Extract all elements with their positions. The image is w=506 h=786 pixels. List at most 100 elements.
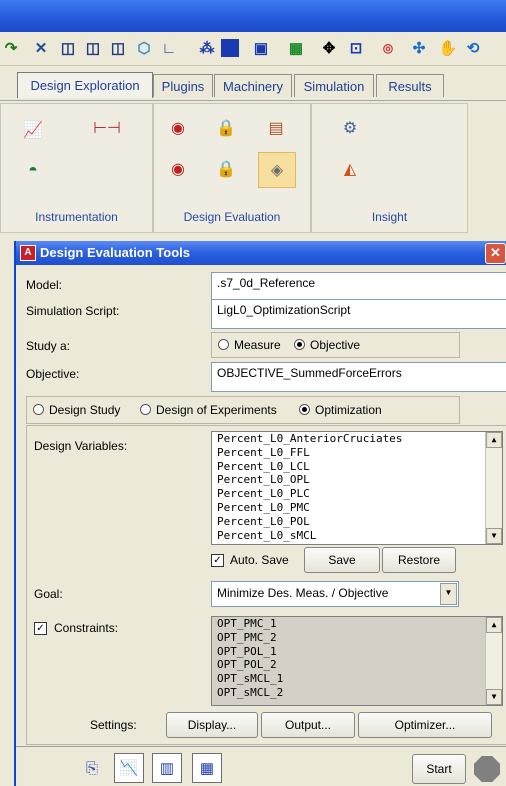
group-insight: ⚙ ◭ Insight (311, 103, 468, 233)
radio-design-study[interactable]: Design Study (33, 403, 120, 417)
box-front-icon[interactable]: ◫ (107, 37, 129, 59)
list-item[interactable]: Percent_L0_AnteriorCruciates (212, 432, 502, 446)
group-label: Instrumentation (35, 210, 118, 224)
target-icon[interactable]: ◉ (166, 116, 190, 140)
radio-optimization[interactable]: Optimization (299, 403, 382, 417)
radio-design-of-experiments[interactable]: Design of Experiments (140, 403, 277, 417)
orbit-icon[interactable]: ⟲ (462, 37, 484, 59)
stop-icon[interactable] (474, 756, 500, 782)
list-item[interactable]: Percent_L0_PMC (212, 501, 502, 515)
scrollbar[interactable]: ▲ ▼ (485, 617, 502, 705)
group-instrumentation: 📈 ⊢⊣ ◓ Instrumentation (0, 103, 153, 233)
start-button[interactable]: Start (412, 754, 466, 784)
tab-machinery[interactable]: Machinery (214, 74, 292, 97)
surface-plot-icon[interactable]: ◭ (338, 157, 362, 181)
group-label: Design Evaluation (183, 210, 281, 224)
tab-plugins[interactable]: Plugins (153, 74, 213, 97)
study-radio-group: Measure Objective (211, 332, 460, 358)
scrollbar[interactable]: ▲ ▼ (485, 432, 502, 544)
list-item[interactable]: Percent_L0_POL (212, 515, 502, 529)
list-item[interactable]: OPT_PMC_1 (212, 617, 502, 631)
window-icon[interactable]: ▣ (250, 37, 272, 59)
calculator-icon[interactable]: ▤ (264, 116, 288, 140)
radio-icon (140, 404, 151, 415)
optimizer-button[interactable]: Optimizer... (358, 712, 492, 738)
list-item[interactable]: Percent_L0_FFL (212, 446, 502, 460)
radio-optimization-label: Optimization (315, 403, 382, 417)
zoom-window-icon[interactable]: ⊡ (345, 37, 367, 59)
plot-icon[interactable]: 📉 (114, 753, 144, 783)
scroll-down-icon[interactable]: ▼ (486, 528, 502, 544)
target-icon[interactable]: ◎ (377, 37, 399, 59)
simulation-script-field[interactable]: LigL0_OptimizationScript (211, 299, 506, 329)
solid-icon[interactable] (221, 39, 239, 57)
rotate-icon[interactable]: ✣ (408, 37, 430, 59)
divider (16, 746, 506, 747)
measure-icon[interactable]: ⊢⊣ (93, 116, 121, 140)
list-item[interactable]: OPT_POL_1 (212, 645, 502, 659)
box-alt-icon[interactable]: ◫ (82, 37, 104, 59)
chevron-down-icon[interactable]: ▼ (440, 583, 457, 605)
list-item[interactable]: OPT_sMCL_1 (212, 672, 502, 686)
constraints-label: Constraints: (54, 621, 119, 635)
list-item[interactable]: Percent_L0_OPL (212, 473, 502, 487)
display-button[interactable]: Display... (166, 712, 258, 738)
design-evaluation-tools-icon[interactable]: ◈ (258, 152, 296, 188)
list-item[interactable]: Percent_L0_sMCL (212, 529, 502, 543)
scroll-down-icon[interactable]: ▼ (486, 689, 502, 705)
table-export-icon[interactable]: ▦ (192, 753, 222, 783)
table-icon[interactable]: ▥ (152, 753, 182, 783)
objective-field[interactable]: OBJECTIVE_SummedForceErrors (211, 362, 506, 392)
radio-objective[interactable]: Objective (294, 338, 360, 352)
axes-icon[interactable]: ∟ (158, 37, 180, 59)
close-button[interactable]: ✕ (485, 243, 506, 264)
app-icon: A (20, 245, 36, 261)
radio-doe-label: Design of Experiments (156, 403, 277, 417)
tab-results[interactable]: Results (376, 74, 444, 97)
constraint-icon[interactable]: 🔒 (214, 157, 238, 181)
pan-icon[interactable]: ✋ (437, 37, 459, 59)
goal-select[interactable]: Minimize Des. Meas. / Objective ▼ (211, 581, 459, 607)
constraints-checkbox[interactable]: ✓ (34, 622, 47, 635)
script-icon[interactable]: ⎘ (77, 753, 107, 783)
design-variable-icon[interactable]: 🔒 (214, 116, 238, 140)
fit-icon[interactable]: ▦ (285, 37, 307, 59)
constraints-list[interactable]: OPT_PMC_1 OPT_PMC_2 OPT_POL_1 OPT_POL_2 OPT_… (211, 616, 503, 706)
auto-save-checkbox[interactable]: ✓ (211, 554, 224, 567)
tab-design-exploration[interactable]: Design Exploration (17, 72, 153, 98)
design-variables-list[interactable]: Percent_L0_AnteriorCruciates Percent_L0_F… (211, 431, 503, 545)
dialog-title-bar: A Design Evaluation Tools ✕ (16, 241, 506, 265)
simulation-script-label: Simulation Script: (26, 304, 120, 318)
scroll-up-icon[interactable]: ▲ (486, 432, 502, 448)
save-button[interactable]: Save (304, 547, 380, 573)
measure-target-icon[interactable]: ◉ (166, 157, 190, 181)
cube-icon[interactable]: ⬡ (133, 37, 155, 59)
gauge-icon[interactable]: ◓ (21, 159, 45, 183)
list-item[interactable]: OPT_PMC_2 (212, 631, 502, 645)
list-item[interactable]: OPT_POL_2 (212, 658, 502, 672)
radio-measure[interactable]: Measure (218, 338, 281, 352)
list-item[interactable]: Percent_L0_PLC (212, 487, 502, 501)
list-item[interactable]: OPT_sMCL_2 (212, 686, 502, 700)
list-item[interactable]: Percent_L0_LCL (212, 460, 502, 474)
tools-icon[interactable]: ✕ (30, 37, 52, 59)
ribbon-tabs: Design Exploration Plugins Machinery Sim… (0, 66, 506, 100)
goal-value: Minimize Des. Meas. / Objective (217, 586, 389, 600)
design-variables-label: Design Variables: (34, 439, 128, 453)
gear-icon[interactable]: ⚙ (338, 116, 362, 140)
box-icon[interactable]: ◫ (57, 37, 79, 59)
ribbon-panel: 📈 ⊢⊣ ◓ Instrumentation ◉ 🔒 ▤ ◉ 🔒 ◈ Desig… (0, 100, 506, 233)
redo-icon[interactable]: ↷ (0, 37, 22, 59)
scroll-up-icon[interactable]: ▲ (486, 617, 502, 633)
settings-label: Settings: (90, 718, 137, 732)
zoom-extents-icon[interactable]: ✥ (318, 37, 340, 59)
model-label: Model: (26, 278, 63, 292)
chart-icon[interactable]: 📈 (21, 118, 45, 142)
grid-icon[interactable]: ⁂ (196, 37, 218, 59)
main-toolbar: ↷ ✕ ◫ ◫ ◫ ⬡ ∟ ⁂ ▣ ▦ ✥ ⊡ ◎ ✣ ✋ ⟲ (0, 32, 506, 66)
radio-icon (218, 339, 229, 350)
output-button[interactable]: Output... (261, 712, 355, 738)
tab-simulation[interactable]: Simulation (294, 74, 374, 97)
model-field[interactable]: .s7_0d_Reference (211, 272, 506, 302)
restore-button[interactable]: Restore (382, 547, 456, 573)
